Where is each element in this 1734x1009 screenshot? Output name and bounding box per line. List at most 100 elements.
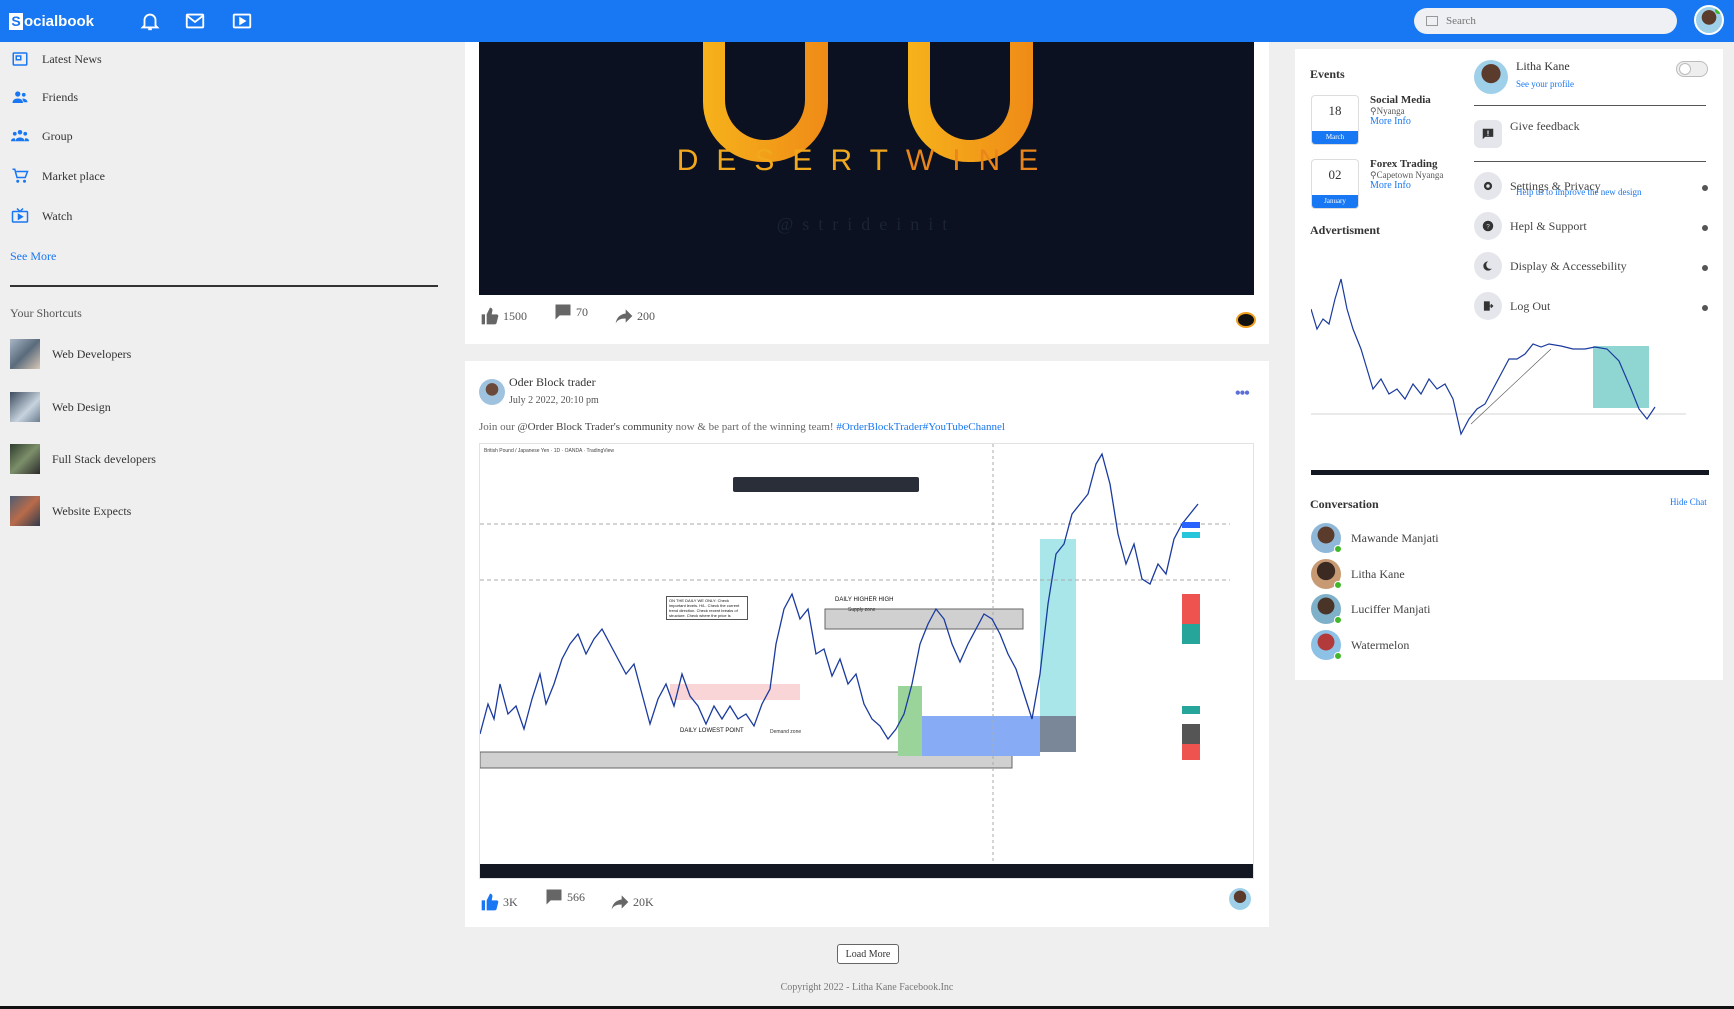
top-nav-bar: S ocialbook [0, 0, 1734, 42]
chat-contact[interactable]: Luciffer Manjati [1311, 594, 1430, 624]
dropdown-divider [1474, 105, 1706, 106]
sidebar-item-group[interactable]: Group [10, 127, 73, 145]
comment-button[interactable]: 70 [552, 302, 588, 322]
contact-avatar [1311, 559, 1342, 589]
brand-handle: @strideinit [776, 214, 957, 234]
share-icon [611, 895, 629, 910]
search-input[interactable] [1446, 15, 1646, 27]
event-more-info-link[interactable]: More Info [1370, 116, 1411, 127]
copyright-text: Copyright 2022 - Litha Kane Facebook.Inc [780, 982, 954, 993]
reaction-avatar[interactable] [1236, 312, 1256, 328]
see-more-link[interactable]: See More [10, 249, 56, 264]
event-title: Forex Trading [1370, 158, 1438, 170]
logout-icon [1474, 292, 1502, 320]
load-more-button[interactable]: Load More [837, 944, 899, 964]
event-month: March [1312, 131, 1358, 144]
reaction-avatar[interactable] [1229, 888, 1251, 910]
contact-name: Watermelon [1351, 637, 1410, 652]
hide-chat-link[interactable]: Hide Chat [1670, 497, 1707, 507]
contact-avatar [1311, 630, 1342, 660]
event-location-text: Nyanga [1376, 106, 1405, 116]
like-button[interactable]: 3K [479, 892, 518, 912]
see-profile-link[interactable]: See your profile [1516, 79, 1574, 89]
share-count: 200 [637, 308, 655, 323]
search-icon [1426, 16, 1438, 26]
chat-contact[interactable]: Litha Kane [1311, 559, 1405, 589]
more-options-icon[interactable]: ••• [1235, 385, 1250, 403]
search-bar[interactable] [1414, 8, 1677, 34]
brand-word-right: WINE [905, 144, 1057, 177]
sidebar-item-label: Market place [42, 168, 105, 183]
contact-name: Mawande Manjati [1351, 530, 1439, 545]
events-title: Events [1310, 67, 1345, 81]
comment-button[interactable]: 566 [543, 887, 585, 907]
settings-label: Settings & Privacy [1510, 178, 1601, 193]
group-icon [11, 130, 29, 142]
comment-count: 566 [567, 889, 585, 904]
event-month: January [1312, 195, 1358, 208]
shortcut-web-design[interactable]: Web Design [10, 392, 111, 422]
online-indicator [1334, 581, 1342, 589]
gear-icon [1474, 172, 1502, 200]
dark-mode-toggle[interactable] [1676, 61, 1708, 77]
logo[interactable]: S ocialbook [9, 10, 94, 32]
post-image: DESERTWINE @strideinit [479, 42, 1254, 295]
post-text-body: now & be part of the winning team! [672, 421, 837, 433]
ad-highlight-zone [1593, 346, 1649, 408]
event-more-info-link[interactable]: More Info [1370, 180, 1411, 191]
like-button[interactable]: 1500 [479, 306, 527, 326]
dropdown-user-name[interactable]: Litha Kane [1516, 59, 1570, 74]
chevron-right-icon [1702, 305, 1708, 311]
sidebar-item-watch[interactable]: Watch [10, 207, 72, 225]
share-button[interactable]: 200 [613, 306, 655, 326]
post-hashtags[interactable]: #OrderBlockTrader#YouTubeChannel [836, 421, 1005, 433]
chart-timeframe-bar [480, 864, 1253, 878]
event-date-badge: 02 January [1311, 159, 1359, 209]
shortcut-web-developers[interactable]: Web Developers [10, 339, 131, 369]
share-button[interactable]: 20K [609, 892, 654, 912]
display-accessibility-item[interactable]: Display & Accessebility [1474, 252, 1627, 280]
green-zone [898, 686, 922, 756]
mail-icon[interactable] [184, 10, 206, 32]
post-text: Join our @Order Block Trader's community… [479, 421, 1005, 433]
share-icon [615, 309, 633, 324]
video-icon[interactable] [231, 10, 253, 32]
display-label: Display & Accessebility [1510, 258, 1627, 273]
chat-contact[interactable]: Watermelon [1311, 630, 1409, 660]
give-feedback-label: Give feedback [1510, 118, 1580, 133]
help-support-item[interactable]: ? Hepl & Support [1474, 212, 1587, 240]
chat-contact[interactable]: Mawande Manjati [1311, 523, 1439, 553]
sidebar-divider [10, 285, 438, 287]
sidebar-item-label: Watch [42, 208, 73, 223]
candlestick-chart [480, 444, 1230, 864]
give-feedback-item[interactable]: Give feedback [1474, 117, 1580, 151]
logout-label: Log Out [1510, 298, 1551, 313]
share-count: 20K [633, 894, 654, 909]
author-avatar[interactable] [479, 379, 505, 405]
dropdown-avatar[interactable] [1474, 60, 1508, 94]
bell-icon[interactable] [139, 10, 161, 32]
shortcut-website-expects[interactable]: Website Expects [10, 496, 131, 526]
like-count: 3K [503, 894, 518, 909]
profile-avatar[interactable] [1694, 5, 1724, 35]
post-date: July 2 2022, 20:10 pm [509, 395, 599, 406]
post-author[interactable]: Oder Block trader [509, 375, 596, 390]
post-mention[interactable]: @Order Block Trader's community [518, 421, 673, 433]
like-count: 1500 [503, 308, 527, 323]
label-demand-zone: Demand zone [770, 729, 802, 735]
location-pin-icon: ⚲ [1370, 106, 1377, 116]
shortcut-full-stack-developers[interactable]: Full Stack developers [10, 444, 156, 474]
event-title: Social Media [1370, 94, 1431, 106]
label-daily-lowest-point: DAILY LOWEST POINT [680, 728, 744, 734]
log-out-item[interactable]: Log Out [1474, 292, 1550, 320]
settings-privacy-item[interactable]: Settings & Privacy [1474, 172, 1601, 200]
grey-zone [1040, 716, 1076, 752]
comment-icon [546, 889, 562, 905]
news-icon [12, 52, 28, 66]
red-zone [670, 684, 800, 700]
help-icon: ? [1474, 212, 1502, 240]
sidebar-item-label: Group [42, 128, 73, 143]
sidebar-item-friends[interactable]: Friends [10, 88, 78, 106]
sidebar-item-latest-news[interactable]: Latest News [10, 50, 102, 68]
sidebar-item-market-place[interactable]: Market place [10, 167, 105, 185]
